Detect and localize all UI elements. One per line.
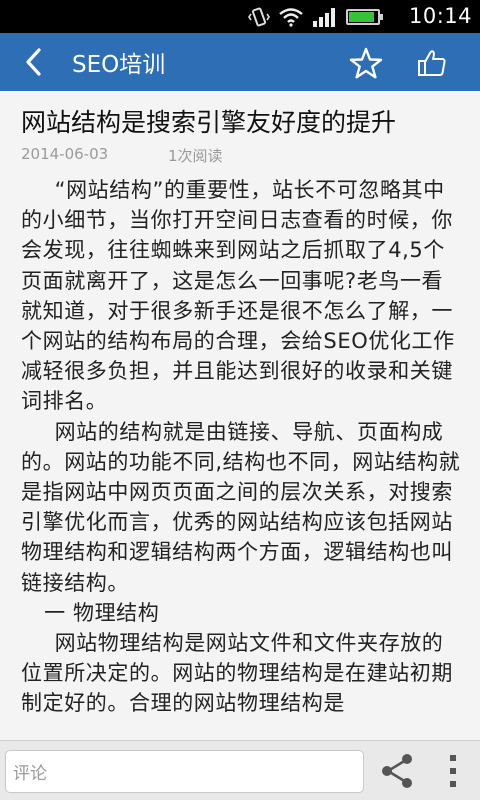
- status-time: 10:14: [408, 4, 472, 28]
- comment-input[interactable]: 评论: [5, 750, 364, 793]
- article-subheading: 一 物理结构: [44, 600, 160, 625]
- app-title: SEO培训: [72, 52, 166, 78]
- status-icons: [248, 6, 383, 28]
- favorite-button[interactable]: [346, 44, 386, 82]
- share-icon: [382, 754, 412, 788]
- battery-level: [349, 12, 375, 22]
- article-paragraph: 网站物理结构是网站文件和文件夹存放的位置所决定的。网站的物理结构是在建站初期制定…: [21, 631, 453, 716]
- article-read-count: 1次阅读: [168, 147, 223, 165]
- battery-icon: [346, 9, 383, 25]
- article-content[interactable]: 网站结构是搜索引擎友好度的提升 2014-06-03 1次阅读 “网站结构”的重…: [0, 91, 480, 740]
- share-button[interactable]: [376, 749, 418, 793]
- back-arrow-icon: [26, 48, 41, 76]
- article-meta: 2014-06-03 1次阅读: [21, 145, 223, 165]
- overflow-menu-button[interactable]: [436, 749, 470, 793]
- status-bar: 10:14: [0, 0, 480, 33]
- star-icon: [349, 47, 383, 79]
- back-button[interactable]: [14, 43, 54, 81]
- article-paragraph: “网站结构”的重要性，站长不可忽略其中的小细节，当你打开空间日志查看的时候，你会…: [21, 178, 455, 414]
- thumbs-up-icon: [418, 50, 446, 76]
- vibrate-icon: [248, 7, 270, 27]
- app-bar: SEO培训: [0, 33, 480, 91]
- overflow-menu-icon: [450, 755, 456, 787]
- signal-icon: [313, 8, 335, 27]
- article-title: 网站结构是搜索引擎友好度的提升: [21, 108, 397, 137]
- article-body: “网站结构”的重要性，站长不可忽略其中的小细节，当你打开空间日志查看的时候，你会…: [21, 175, 461, 719]
- wifi-icon: [279, 8, 303, 27]
- like-button[interactable]: [412, 44, 452, 82]
- article-date: 2014-06-03: [21, 145, 109, 163]
- article-paragraph: 网站的结构就是由链接、导航、页面构成的。网站的功能不同,结构也不同，网站结构就是…: [21, 419, 461, 595]
- comment-bar: 评论: [0, 740, 480, 800]
